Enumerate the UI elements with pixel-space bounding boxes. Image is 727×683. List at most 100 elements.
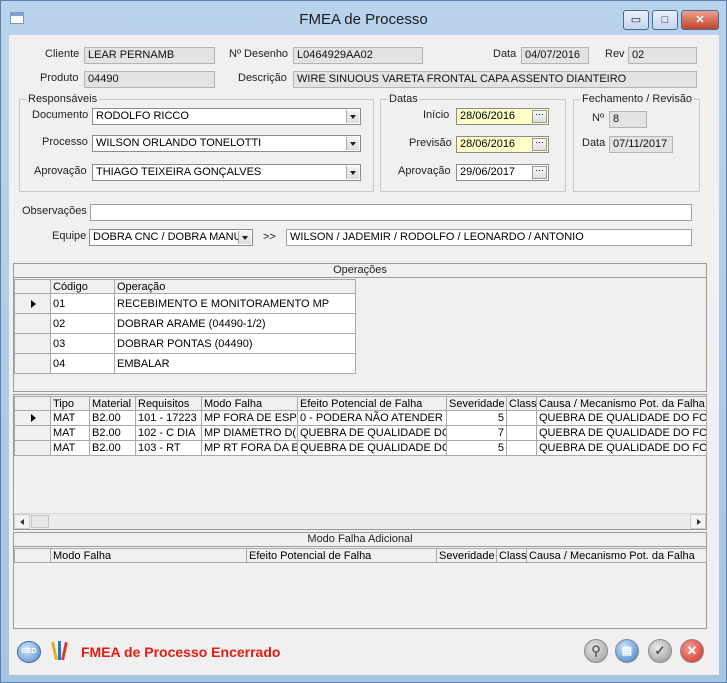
row-indicator[interactable] [14,333,51,354]
operacao-codigo-cell[interactable]: 04 [50,353,115,374]
equipe-select[interactable]: DOBRA CNC / DOBRA MANU [89,229,253,246]
col-severidade[interactable]: Severidade [446,396,507,411]
documento-select[interactable]: RODOLFO RICCO [92,108,361,125]
confirm-button[interactable]: ✓ [648,639,672,663]
cancel-button[interactable]: ✕ [680,639,704,663]
aprovacao-select[interactable]: THIAGO TEIXEIRA GONÇALVES [92,164,361,181]
tipo-cell[interactable]: MAT [50,410,90,426]
efeito-cell[interactable]: 0 - PODERA NÃO ATENDER [297,410,447,426]
operacao-nome-cell[interactable]: DOBRAR PONTAS (04490) [114,333,356,354]
operacoes-title: Operações [14,264,706,278]
row-indicator[interactable] [14,410,51,426]
scroll-right-button[interactable] [690,514,706,529]
falhas-panel: Tipo Material Requisitos Modo Falha Efei… [13,394,707,530]
processo-label: Processo [42,136,88,148]
efeito-cell[interactable]: QUEBRA DE QUALIDADE DC [297,425,447,441]
operacao-row[interactable]: 03 DOBRAR PONTAS (04490) [14,333,356,354]
adicional-table: Modo Falha Efeito Potencial de Falha Sev… [14,548,707,563]
class-cell[interactable] [506,410,537,426]
previsao-date-picker-button[interactable]: ··· [532,138,547,151]
print-button[interactable]: ▤ [615,639,639,663]
requisitos-cell[interactable]: 103 - RT [135,440,202,456]
class-cell[interactable] [506,425,537,441]
row-indicator[interactable] [14,353,51,374]
operacao-codigo-cell[interactable]: 03 [50,333,115,354]
operacao-nome-cell[interactable]: EMBALAR [114,353,356,374]
operacao-codigo-cell[interactable]: 02 [50,313,115,334]
operacao-row[interactable]: 04 EMBALAR [14,353,356,374]
falha-row[interactable]: MAT B2.00 102 - C DIA MP DIAMETRO D( QUE… [14,425,707,441]
material-cell[interactable]: B2.00 [89,440,136,456]
previsao-date-field[interactable]: 28/06/2016 ··· [456,136,549,153]
efeito-cell[interactable]: QUEBRA DE QUALIDADE DC [297,440,447,456]
chevron-down-icon[interactable] [238,231,251,244]
material-cell[interactable]: B2.00 [89,425,136,441]
responsaveis-legend: Responsáveis [28,93,98,105]
checkmark-icon: ✓ [654,643,666,658]
causa-cell[interactable]: QUEBRA DE QUALIDADE DO FOF [536,410,707,426]
requisitos-cell[interactable]: 101 - 17223 [135,410,202,426]
modo-falha-cell[interactable]: MP DIAMETRO D( [201,425,298,441]
title-bar: FMEA de Processo ▭ □ ✕ [1,1,726,35]
observacoes-field[interactable] [90,204,692,221]
col-modo-falha[interactable]: Modo Falha [50,548,247,563]
tipo-cell[interactable]: MAT [50,440,90,456]
col-causa[interactable]: Causa / Mecanismo Pot. da Falha [526,548,707,563]
cliente-field: LEAR PERNAMB [84,47,215,64]
chevron-down-icon[interactable] [346,166,359,179]
col-requisitos[interactable]: Requisitos [135,396,202,411]
material-cell[interactable]: B2.00 [89,410,136,426]
falhas-horizontal-scrollbar[interactable] [14,513,706,529]
minimize-button[interactable]: ▭ [623,10,649,30]
col-causa[interactable]: Causa / Mecanismo Pot. da Falha [536,396,707,411]
col-efeito[interactable]: Efeito Potencial de Falha [246,548,437,563]
col-class[interactable]: Class [496,548,527,563]
severidade-cell[interactable]: 5 [446,440,507,456]
row-indicator[interactable] [14,425,51,441]
severidade-cell[interactable]: 7 [446,425,507,441]
modo-falha-cell[interactable]: MP FORA DE ESP [201,410,298,426]
operacao-nome-cell[interactable]: DOBRAR ARAME (04490-1/2) [114,313,356,334]
col-operacao[interactable]: Operação [114,279,356,294]
equipe-members-field[interactable]: WILSON / JADEMIR / RODOLFO / LEONARDO / … [286,229,692,246]
aprovacao-date-picker-button[interactable]: ··· [532,166,547,179]
severidade-cell[interactable]: 5 [446,410,507,426]
search-button[interactable]: ⚲ [584,639,608,663]
search-icon: ⚲ [591,643,601,658]
col-efeito[interactable]: Efeito Potencial de Falha [297,396,447,411]
tipo-cell[interactable]: MAT [50,425,90,441]
scroll-left-button[interactable] [14,514,30,529]
processo-select[interactable]: WILSON ORLANDO TONELOTTI [92,135,361,152]
maximize-button[interactable]: □ [652,10,678,30]
scroll-thumb[interactable] [31,515,49,528]
col-class[interactable]: Class [506,396,537,411]
col-severidade[interactable]: Severidade [436,548,497,563]
causa-cell[interactable]: QUEBRA DE QUALIDADE DO FOF [536,440,707,456]
modo-falha-cell[interactable]: MP RT FORA DA E [201,440,298,456]
close-window-button[interactable]: ✕ [681,10,719,30]
col-tipo[interactable]: Tipo [50,396,90,411]
ged-icon[interactable]: GED [17,641,41,663]
row-indicator[interactable] [14,293,51,314]
requisitos-cell[interactable]: 102 - C DIA [135,425,202,441]
operacao-codigo-cell[interactable]: 01 [50,293,115,314]
aprovacao-date-field[interactable]: 29/06/2017 ··· [456,164,549,181]
previsao-date-value: 28/06/2016 [460,138,516,150]
inicio-date-picker-button[interactable]: ··· [532,110,547,123]
col-codigo[interactable]: Código [50,279,115,294]
inicio-date-field[interactable]: 28/06/2016 ··· [456,108,549,125]
col-modo-falha[interactable]: Modo Falha [201,396,298,411]
row-indicator[interactable] [14,440,51,456]
adicional-header-row: Modo Falha Efeito Potencial de Falha Sev… [14,548,707,563]
chevron-down-icon[interactable] [346,137,359,150]
class-cell[interactable] [506,440,537,456]
operacao-nome-cell[interactable]: RECEBIMENTO E MONITORAMENTO MP [114,293,356,314]
chevron-down-icon[interactable] [346,110,359,123]
falha-row[interactable]: MAT B2.00 101 - 17223 MP FORA DE ESP 0 -… [14,410,707,426]
falha-row[interactable]: MAT B2.00 103 - RT MP RT FORA DA E QUEBR… [14,440,707,456]
operacao-row[interactable]: 02 DOBRAR ARAME (04490-1/2) [14,313,356,334]
operacao-row[interactable]: 01 RECEBIMENTO E MONITORAMENTO MP [14,293,356,314]
causa-cell[interactable]: QUEBRA DE QUALIDADE DO FOF [536,425,707,441]
row-indicator[interactable] [14,313,51,334]
col-material[interactable]: Material [89,396,136,411]
